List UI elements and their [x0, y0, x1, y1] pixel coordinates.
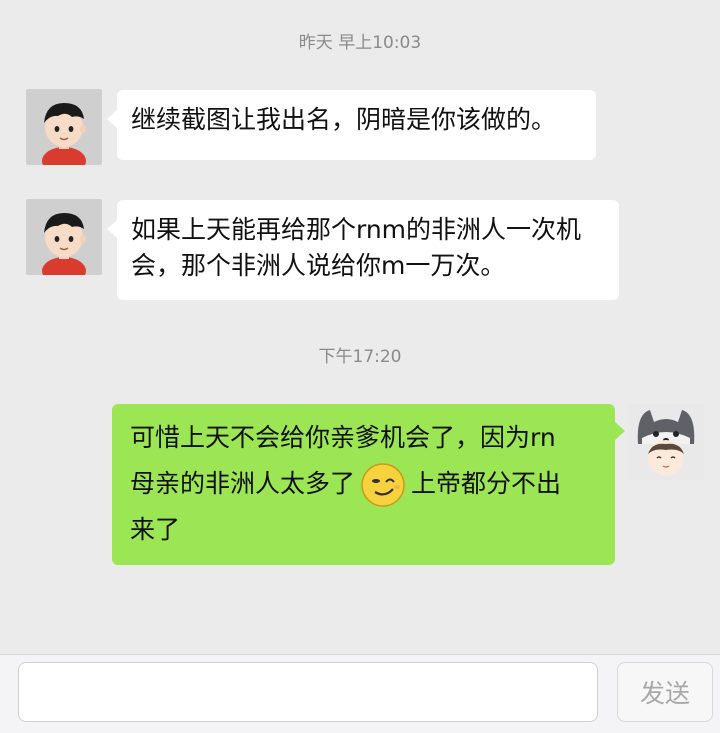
timestamp-afternoon: 下午17:20	[318, 347, 402, 367]
husky-hat-avatar-icon	[628, 404, 704, 480]
message-text-line: 如果上天能再给那个rnm的非洲人一次机	[131, 215, 582, 244]
message-input[interactable]	[18, 662, 598, 722]
contact-avatar[interactable]	[26, 89, 102, 165]
chat-area[interactable]: 昨天 早上10:03 继续截图让我出名，阴暗是你该做的。 如果上天能再给那个rn…	[0, 0, 720, 654]
timestamp-yesterday: 昨天 早上10:03	[298, 33, 422, 53]
message-bubble-incoming[interactable]: 继续截图让我出名，阴暗是你该做的。	[107, 90, 596, 160]
user-avatar[interactable]	[628, 404, 704, 480]
message-text-line: 来了	[130, 515, 181, 544]
message-text: 继续截图让我出名，阴暗是你该做的。	[131, 105, 557, 134]
input-bar: 发送	[0, 654, 720, 733]
message-bubble-outgoing[interactable]: 可惜上天不会给你亲爹机会了，因为rn 母亲的非洲人太多了 上帝都分不出 来了	[112, 404, 625, 565]
send-button[interactable]: 发送	[617, 662, 713, 722]
message-text-segment: 母亲的非洲人太多了	[130, 469, 356, 498]
boy-avatar-icon	[26, 89, 102, 165]
contact-avatar[interactable]	[26, 199, 102, 275]
message-text-line: 会，那个非洲人说给你m一万次。	[131, 251, 506, 280]
message-text-line: 可惜上天不会给你亲爹机会了，因为rn	[130, 423, 556, 452]
boy-avatar-icon	[26, 199, 102, 275]
message-bubble-incoming[interactable]: 如果上天能再给那个rnm的非洲人一次机 会，那个非洲人说给你m一万次。	[107, 200, 619, 300]
message-text-segment: 上帝都分不出	[411, 469, 562, 498]
message-text-line: 母亲的非洲人太多了 上帝都分不出	[130, 456, 597, 512]
smirk-emoji-icon	[361, 463, 405, 507]
